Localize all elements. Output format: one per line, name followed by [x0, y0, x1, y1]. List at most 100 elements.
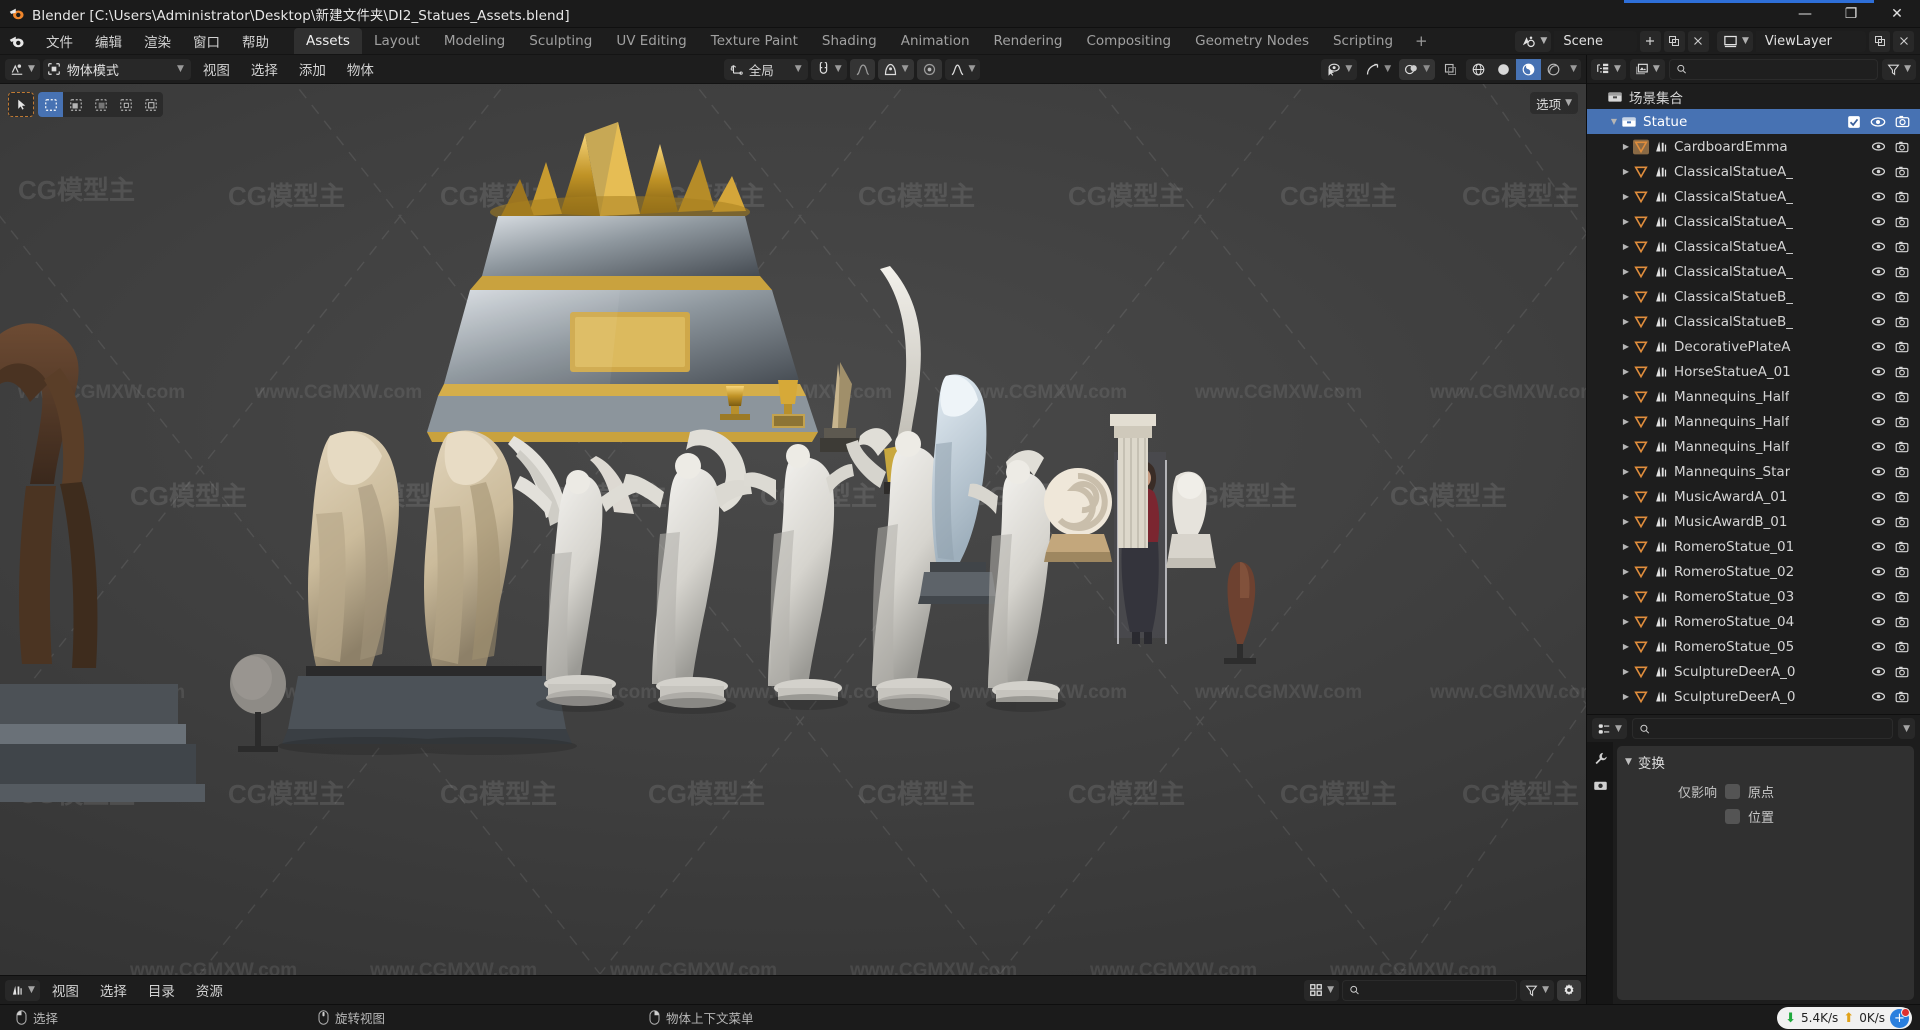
- copy-scene-button[interactable]: [1663, 30, 1685, 52]
- disclosure-triangle-icon[interactable]: ▶: [1619, 442, 1633, 451]
- asset-settings-button[interactable]: [1557, 979, 1581, 1001]
- tab-geometry-nodes[interactable]: Geometry Nodes: [1183, 28, 1321, 54]
- render-toggle[interactable]: [1890, 610, 1914, 634]
- proportional-edit-button[interactable]: [849, 58, 875, 80]
- disclosure-triangle-icon[interactable]: ▶: [1619, 317, 1633, 326]
- disclosure-triangle-icon[interactable]: ▶: [1619, 267, 1633, 276]
- proportional-falloff-button[interactable]: ▼: [877, 58, 914, 80]
- outliner-object-row[interactable]: ▶ SculptureDeerA_0: [1587, 709, 1920, 715]
- outliner-object-row[interactable]: ▶ Mannequins_Half: [1587, 409, 1920, 434]
- blender-menu-icon[interactable]: [8, 33, 25, 50]
- disclosure-triangle-icon[interactable]: ▶: [1619, 392, 1633, 401]
- collection-checkbox[interactable]: [1842, 110, 1866, 134]
- outliner-object-row[interactable]: ▶ ClassicalStatueB_: [1587, 284, 1920, 309]
- remove-viewlayer-button[interactable]: [1893, 30, 1914, 52]
- select-intersect-button[interactable]: [138, 92, 163, 117]
- new-scene-button[interactable]: [1639, 30, 1661, 52]
- tab-render-properties[interactable]: [1590, 775, 1610, 795]
- render-toggle[interactable]: [1890, 710, 1914, 715]
- visibility-toggle[interactable]: [1866, 160, 1890, 184]
- outliner-display-mode-button[interactable]: ▼: [1629, 58, 1665, 80]
- disclosure-triangle-icon[interactable]: ▶: [1619, 667, 1633, 676]
- shading-rendered-button[interactable]: [1541, 59, 1566, 80]
- visibility-toggle[interactable]: [1866, 460, 1890, 484]
- asset-filter-button[interactable]: ▼: [1520, 979, 1554, 1001]
- visibility-toggle[interactable]: [1866, 510, 1890, 534]
- disclosure-triangle-icon[interactable]: ▶: [1619, 292, 1633, 301]
- outliner-row-scene-collection[interactable]: 场景集合: [1587, 84, 1920, 109]
- render-toggle[interactable]: [1890, 660, 1914, 684]
- tweak-tool-button[interactable]: [8, 92, 34, 117]
- falloff-curve-button[interactable]: ▼: [944, 58, 981, 80]
- select-invert-button[interactable]: [113, 92, 138, 117]
- display-mode-button[interactable]: ▼: [1304, 979, 1340, 1001]
- menu-window[interactable]: 窗口: [182, 28, 231, 54]
- outliner-object-row[interactable]: ▶ MusicAwardB_01: [1587, 509, 1920, 534]
- render-toggle[interactable]: [1890, 410, 1914, 434]
- visibility-toggle[interactable]: [1866, 360, 1890, 384]
- tab-rendering[interactable]: Rendering: [982, 28, 1075, 54]
- disclosure-triangle-icon[interactable]: ▶: [1619, 467, 1633, 476]
- render-toggle[interactable]: [1890, 285, 1914, 309]
- transform-panel-header[interactable]: ▼ 变换: [1625, 752, 1906, 772]
- asset-editor-type-button[interactable]: ▼: [5, 979, 40, 1001]
- outliner-object-row[interactable]: ▶ HorseStatueA_01: [1587, 359, 1920, 384]
- disclosure-triangle-icon[interactable]: ▶: [1619, 517, 1633, 526]
- visibility-toggle[interactable]: [1866, 710, 1890, 715]
- outliner-object-row[interactable]: ▶ RomeroStatue_03: [1587, 584, 1920, 609]
- asset-search-input[interactable]: [1364, 981, 1511, 999]
- outliner-row-statue-collection[interactable]: ▼ Statue: [1587, 109, 1920, 134]
- network-badge-icon[interactable]: +: [1890, 1007, 1910, 1028]
- outliner-tree[interactable]: 场景集合 ▼ Statue ▶ CardboardEmma ▶ Classica…: [1587, 84, 1920, 714]
- shading-solid-button[interactable]: [1491, 59, 1516, 80]
- properties-editor-type-button[interactable]: ▼: [1592, 718, 1627, 739]
- properties-search-input[interactable]: [1655, 720, 1887, 737]
- tab-shading[interactable]: Shading: [810, 28, 889, 54]
- render-toggle[interactable]: [1890, 685, 1914, 709]
- visibility-toggle[interactable]: [1866, 635, 1890, 659]
- outliner-search-input[interactable]: [1691, 60, 1872, 78]
- render-toggle[interactable]: [1890, 310, 1914, 334]
- disclosure-triangle-icon[interactable]: ▶: [1619, 542, 1633, 551]
- render-toggle[interactable]: [1890, 360, 1914, 384]
- disclosure-triangle-icon[interactable]: ▶: [1619, 367, 1633, 376]
- minimize-button[interactable]: —: [1782, 0, 1828, 28]
- tab-texture-paint[interactable]: Texture Paint: [699, 28, 810, 54]
- scene-selector[interactable]: ▼: [1515, 30, 1552, 52]
- snap-toggle-button[interactable]: ▼: [810, 58, 847, 80]
- disclosure-triangle-icon[interactable]: ▶: [1619, 142, 1633, 151]
- new-viewlayer-button[interactable]: [1869, 30, 1890, 52]
- viewport-menu-add[interactable]: 添加: [290, 57, 335, 81]
- render-toggle[interactable]: [1890, 510, 1914, 534]
- visibility-toggle[interactable]: [1866, 135, 1890, 159]
- render-toggle[interactable]: [1890, 210, 1914, 234]
- tab-sculpting[interactable]: Sculpting: [517, 28, 604, 54]
- render-toggle[interactable]: [1890, 110, 1914, 134]
- visibility-toggle[interactable]: [1866, 260, 1890, 284]
- menu-render[interactable]: 渲染: [133, 28, 182, 54]
- render-toggle[interactable]: [1890, 535, 1914, 559]
- maximize-button[interactable]: ❐: [1828, 0, 1874, 28]
- mode-selector[interactable]: 物体模式 ▼: [42, 58, 191, 80]
- 3d-viewport[interactable]: 选项 ▼ CG模型主 CG模型主 CG模型主 CG模型主 CG模型主 CG模型主…: [0, 84, 1586, 975]
- outliner-object-row[interactable]: ▶ SculptureDeerA_0: [1587, 684, 1920, 709]
- transform-orientation-selector[interactable]: 全局 ▼: [723, 58, 808, 80]
- chevron-down-icon[interactable]: ▼: [1566, 58, 1581, 80]
- visibility-toggle[interactable]: [1866, 685, 1890, 709]
- close-button[interactable]: ✕: [1874, 0, 1920, 28]
- object-visibility-button[interactable]: ▼: [1321, 58, 1358, 80]
- disclosure-triangle-icon[interactable]: ▶: [1619, 642, 1633, 651]
- disclosure-triangle-icon[interactable]: ▶: [1619, 592, 1633, 601]
- outliner-editor-type-button[interactable]: ▼: [1591, 58, 1626, 80]
- properties-search-box[interactable]: [1631, 718, 1894, 739]
- visibility-toggle[interactable]: [1866, 585, 1890, 609]
- outliner-object-row[interactable]: ▶ ClassicalStatueA_: [1587, 234, 1920, 259]
- render-toggle[interactable]: [1890, 385, 1914, 409]
- disclosure-triangle-icon[interactable]: ▶: [1619, 492, 1633, 501]
- tab-assets[interactable]: Assets: [294, 28, 362, 54]
- tab-compositing[interactable]: Compositing: [1074, 28, 1183, 54]
- select-extend-button[interactable]: [63, 92, 88, 117]
- locations-checkbox[interactable]: [1725, 809, 1740, 824]
- disclosure-triangle-icon[interactable]: ▶: [1619, 567, 1633, 576]
- tab-layout[interactable]: Layout: [362, 28, 432, 54]
